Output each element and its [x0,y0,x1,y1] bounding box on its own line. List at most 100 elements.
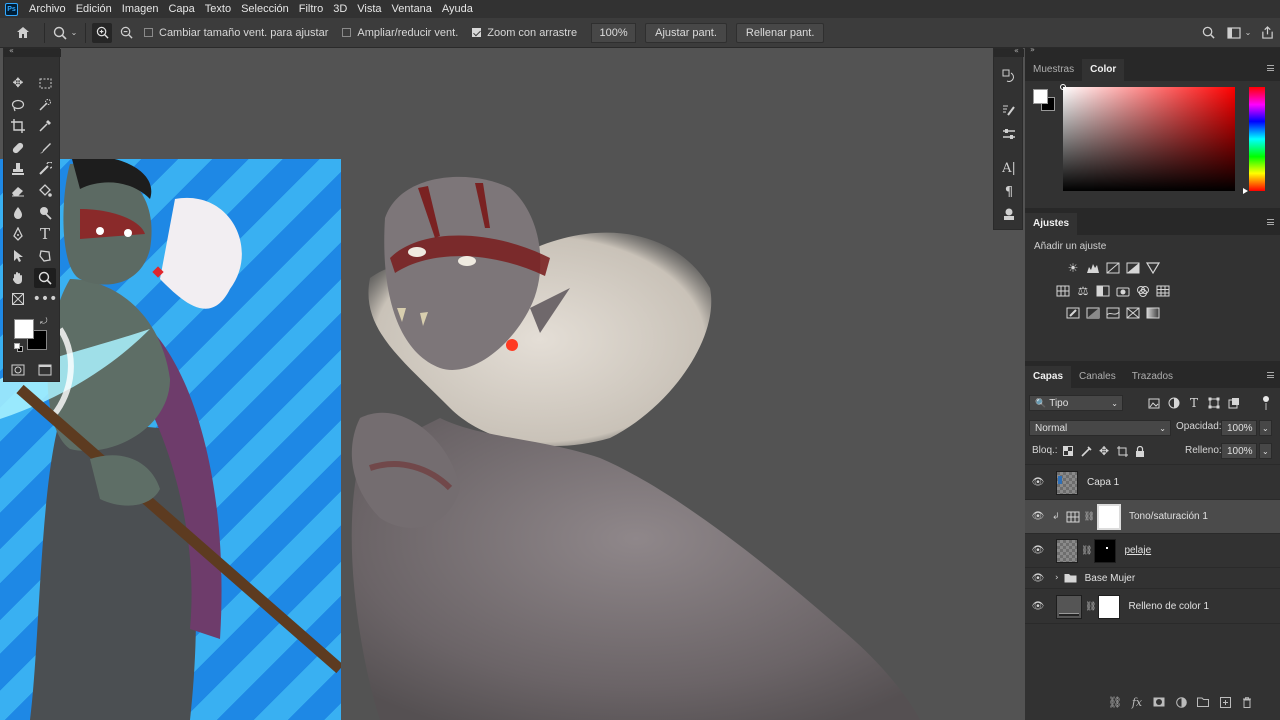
link-layers-icon[interactable]: ⛓ [1107,694,1123,710]
menu-edicion[interactable]: Edición [71,0,117,18]
layer-row-capa-1[interactable]: 👁 Capa 1 [1025,466,1280,500]
layer-name[interactable]: pelaje [1124,545,1151,556]
brightness-contrast-icon[interactable]: ☀ [1065,261,1081,275]
frame-tool-icon[interactable] [7,289,29,309]
tab-paths[interactable]: Trazados [1124,366,1181,388]
paragraph-panel-icon[interactable]: ¶ [999,183,1019,201]
tab-channels[interactable]: Canales [1071,366,1124,388]
glyphs-panel-icon[interactable] [999,205,1019,223]
lock-position-icon[interactable]: ✥ [1096,444,1112,458]
type-tool-icon[interactable]: T [34,224,56,244]
lock-all-icon[interactable] [1132,444,1148,458]
layer-row-pelaje[interactable]: 👁 ⛓ pelaje [1025,534,1280,568]
eye-icon[interactable]: 👁 [1028,573,1048,584]
lock-image-pixels-icon[interactable] [1078,444,1094,458]
layer-row-hue-saturation[interactable]: 👁 ↲ ⛓ Tono/saturación 1 [1025,500,1280,534]
workspace-icon[interactable]: ⌄ [1224,26,1254,39]
fill-screen-button[interactable]: Rellenar pant. [735,22,825,43]
menu-imagen[interactable]: Imagen [117,0,164,18]
posterize-icon[interactable] [1085,306,1101,320]
color-picker-cursor[interactable] [1060,84,1066,90]
menu-texto[interactable]: Texto [200,0,236,18]
checkbox-box-checked[interactable] [472,28,482,37]
move-tool-icon[interactable]: ✥ [7,73,29,93]
home-icon[interactable] [8,26,38,39]
search-icon[interactable] [1198,26,1218,39]
menu-archivo[interactable]: Archivo [24,0,71,18]
black-white-icon[interactable] [1095,284,1111,298]
layer-style-fx-icon[interactable]: fx [1129,694,1145,710]
link-icon[interactable]: ⛓ [1084,512,1095,522]
delete-layer-icon[interactable] [1239,694,1255,710]
threshold-icon[interactable] [1105,306,1121,320]
crop-tool-icon[interactable] [7,116,29,136]
filter-adjustment-layers-icon[interactable] [1166,396,1182,410]
character-panel-icon[interactable]: A| [999,159,1019,177]
collapse-icon[interactable]: » [1030,45,1035,54]
exposure-icon[interactable] [1125,261,1141,275]
custom-shape-tool-icon[interactable] [34,246,56,266]
hue-slider[interactable] [1243,87,1265,194]
filter-shape-layers-icon[interactable] [1206,396,1222,410]
fit-screen-button[interactable]: Ajustar pant. [645,22,727,43]
foreground-color-swatch[interactable] [14,319,34,339]
layer-mask-thumbnail[interactable] [1096,503,1121,530]
color-balance-icon[interactable]: ⚖ [1075,284,1091,298]
curves-icon[interactable] [1105,261,1121,275]
vibrance-icon[interactable] [1145,261,1161,275]
lock-artboard-icon[interactable] [1114,444,1130,458]
menu-ayuda[interactable]: Ayuda [437,0,478,18]
add-mask-icon[interactable] [1151,694,1167,710]
quick-selection-tool-icon[interactable] [34,95,56,115]
eye-icon[interactable]: 👁 [1028,511,1048,522]
tab-swatches[interactable]: Muestras [1025,59,1082,81]
opacity-dropdown[interactable]: ⌄ [1259,420,1272,436]
share-icon[interactable] [1254,26,1280,39]
menu-capa[interactable]: Capa [163,0,199,18]
collapse-icon[interactable]: « [1014,46,1019,55]
new-layer-icon[interactable] [1217,694,1233,710]
tab-adjustments[interactable]: Ajustes [1025,213,1078,235]
lasso-tool-icon[interactable] [7,95,29,115]
tab-layers[interactable]: Capas [1025,366,1072,388]
panel-menu-icon[interactable] [1267,372,1274,378]
zoom-in-icon[interactable] [92,22,112,43]
paint-bucket-tool-icon[interactable] [34,181,56,201]
gradient-map-icon[interactable] [1145,306,1161,320]
more-tools-icon[interactable]: ••• [33,289,58,309]
eraser-tool-icon[interactable] [7,181,29,201]
history-panel-icon[interactable] [999,67,1019,85]
blend-mode-select[interactable]: Normal ⌄ [1029,420,1171,436]
opacity-field[interactable]: 100% [1221,420,1257,436]
filter-smart-objects-icon[interactable] [1226,396,1242,410]
brush-tool-icon[interactable] [34,138,56,158]
fill-dropdown[interactable]: ⌄ [1259,443,1272,459]
filter-type-layers-icon[interactable]: T [1186,396,1202,410]
channel-mixer-icon[interactable] [1135,284,1151,298]
checkbox-box[interactable] [342,28,352,37]
fill-field[interactable]: 100% [1221,443,1257,459]
hand-tool-icon[interactable] [7,268,29,288]
path-selection-tool-icon[interactable] [7,246,29,266]
pen-tool-icon[interactable] [7,224,29,244]
default-colors-icon[interactable] [14,343,23,352]
scrubby-zoom-checkbox[interactable]: Zoom con arrastre [472,27,577,39]
panels-header[interactable]: » [1025,45,1280,57]
photo-filter-icon[interactable] [1115,284,1131,298]
layer-row-base-mujer-group[interactable]: 👁 › Base Mujer [1025,568,1280,589]
new-group-icon[interactable] [1195,694,1211,710]
zoom-out-icon[interactable] [116,26,136,39]
chevron-right-icon[interactable]: › [1055,573,1059,583]
invert-icon[interactable] [1065,306,1081,320]
panel-menu-icon[interactable] [1267,65,1274,71]
swap-colors-icon[interactable]: ⤾ [40,317,48,327]
eye-icon[interactable]: 👁 [1028,545,1048,556]
layer-name[interactable]: Tono/saturación 1 [1129,511,1208,522]
layer-name[interactable]: Relleno de color 1 [1128,601,1209,612]
color-lookup-icon[interactable] [1155,284,1171,298]
layer-name[interactable]: Base Mujer [1085,573,1136,584]
eye-icon[interactable]: 👁 [1028,477,1048,488]
marquee-tool-icon[interactable] [34,73,56,93]
brush-settings-panel-icon[interactable] [999,101,1019,119]
screen-mode-icon[interactable] [34,360,56,380]
